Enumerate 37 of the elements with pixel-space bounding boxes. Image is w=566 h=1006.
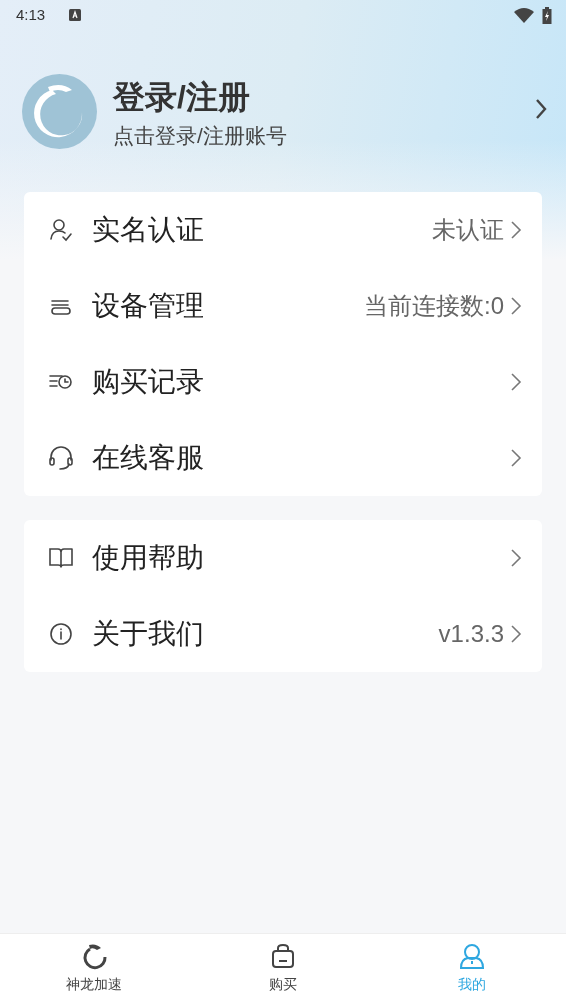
- menu-label: 在线客服: [92, 441, 205, 475]
- status-time: 4:13: [16, 4, 46, 25]
- menu-label: 使用帮助: [92, 541, 205, 575]
- book-icon: [48, 545, 74, 571]
- menu-value: 未认证: [432, 215, 504, 245]
- chevron-right-icon: [510, 296, 522, 316]
- menu-value: v1.3.3: [438, 619, 504, 649]
- chevron-right-icon: [510, 548, 522, 568]
- battery-charging-icon: [542, 6, 552, 24]
- menu-item[interactable]: 在线客服: [24, 420, 542, 496]
- user-icon: [457, 942, 486, 970]
- menu-label: 购买记录: [92, 365, 205, 399]
- chevron-right-icon: [510, 220, 522, 240]
- menu-item[interactable]: 关于我们 v1.3.3: [24, 596, 542, 672]
- nav-tab[interactable]: 神龙加速: [0, 934, 189, 1006]
- person-check-icon: [48, 217, 74, 243]
- chevron-right-icon[interactable]: [534, 98, 548, 120]
- chevron-right-icon: [510, 372, 522, 392]
- menu-value: 当前连接数:0: [364, 291, 504, 321]
- avatar-logo-icon: [22, 74, 97, 149]
- chevron-right-icon: [510, 448, 522, 468]
- menu-label: 实名认证: [92, 213, 205, 247]
- keyboard-notification-icon: [69, 9, 82, 21]
- shopping-bag-icon: [269, 942, 297, 970]
- chevron-right-icon: [510, 624, 522, 644]
- menu-item[interactable]: 实名认证 未认证: [24, 192, 542, 268]
- menu-item[interactable]: 设备管理 当前连接数:0: [24, 268, 542, 344]
- headset-icon: [48, 445, 74, 471]
- menu-item[interactable]: 购买记录: [24, 344, 542, 420]
- info-icon: [48, 621, 74, 647]
- menu-item[interactable]: 使用帮助: [24, 520, 542, 596]
- menu-label: 关于我们: [92, 617, 205, 651]
- login-subtitle: 点击登录/注册账号: [113, 123, 288, 150]
- menu-label: 设备管理: [92, 289, 205, 323]
- login-title[interactable]: 登录/注册: [113, 78, 534, 117]
- wifi-icon: [514, 7, 534, 23]
- nav-tab[interactable]: 购买: [188, 934, 378, 1006]
